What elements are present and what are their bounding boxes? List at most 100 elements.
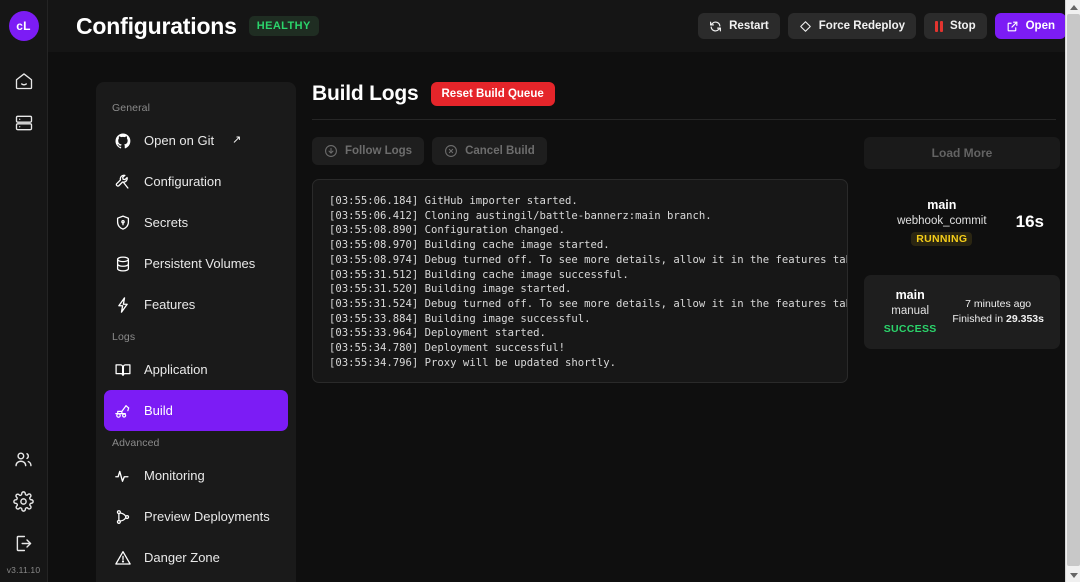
build-log-output[interactable]: [03:55:06.184] GitHub importer started. … xyxy=(312,179,848,383)
logs-column: Follow Logs Cancel Build xyxy=(312,137,848,383)
content-header: Build Logs Reset Build Queue xyxy=(312,82,1080,106)
shield-lock-icon xyxy=(114,214,132,232)
sidebar-item-label: Application xyxy=(144,362,208,377)
sidebar-item-open-on-git[interactable]: Open on Git ↗ xyxy=(104,120,288,161)
scroll-up-icon[interactable] xyxy=(1066,0,1080,14)
log-line: [03:55:33.884] Building image successful… xyxy=(329,312,831,327)
sidebar-item-label: Persistent Volumes xyxy=(144,256,255,271)
restart-icon xyxy=(709,20,722,33)
build-logs-title: Build Logs xyxy=(312,82,419,106)
sidebar-item-secrets[interactable]: Secrets xyxy=(104,202,288,243)
sidebar-item-configuration[interactable]: Configuration xyxy=(104,161,288,202)
open-label: Open xyxy=(1026,20,1055,32)
sidebar-item-label: Secrets xyxy=(144,215,188,230)
app-root: cL xyxy=(0,0,1080,582)
home-icon[interactable] xyxy=(4,61,44,101)
log-line: [03:55:06.412] Cloning austingil/battle-… xyxy=(329,209,831,224)
force-redeploy-label: Force Redeploy xyxy=(819,20,905,32)
nav-group-logs: Logs xyxy=(96,325,296,349)
restart-button[interactable]: Restart xyxy=(698,13,780,39)
deployment-timing: 16s xyxy=(1010,212,1050,232)
warning-triangle-icon xyxy=(114,549,132,567)
close-circle-icon xyxy=(444,144,458,158)
sidebar-item-features[interactable]: Features xyxy=(104,284,288,325)
deployment-branch: main xyxy=(874,197,1010,213)
page-title: Configurations xyxy=(76,13,237,40)
stop-button[interactable]: Stop xyxy=(924,13,987,39)
finished-duration: 29.353s xyxy=(1006,313,1044,325)
sidebar-item-danger-zone[interactable]: Danger Zone xyxy=(104,537,288,578)
deployment-source: manual xyxy=(874,303,946,319)
main-area: Configurations HEALTHY Restart xyxy=(48,0,1080,582)
sidebar-item-label: Configuration xyxy=(144,174,221,189)
team-icon[interactable] xyxy=(4,439,44,479)
wrench-icon xyxy=(114,173,132,191)
nav-group-general: General xyxy=(96,96,296,120)
deployment-row[interactable]: main manual SUCCESS 7 minutes ago Finish… xyxy=(864,275,1060,349)
follow-logs-label: Follow Logs xyxy=(345,145,412,157)
deployments-column: Load More main webhook_commit RUNNING 16… xyxy=(864,137,1060,383)
server-icon[interactable] xyxy=(4,103,44,143)
sidebar-item-label: Open on Git xyxy=(144,133,214,148)
avatar[interactable]: cL xyxy=(9,11,39,41)
log-line: [03:55:08.970] Building cache image star… xyxy=(329,238,831,253)
deployment-status-badge: SUCCESS xyxy=(879,322,942,336)
scroll-down-icon[interactable] xyxy=(1066,568,1080,582)
deployment-elapsed: 16s xyxy=(1016,212,1044,232)
stop-icon xyxy=(935,21,943,32)
reset-build-queue-button[interactable]: Reset Build Queue xyxy=(431,82,555,106)
deployment-branch: main xyxy=(874,287,946,303)
top-bar: Configurations HEALTHY Restart xyxy=(48,0,1080,52)
book-icon xyxy=(114,361,132,379)
bolt-icon xyxy=(114,296,132,314)
sidebar-item-preview-deployments[interactable]: Preview Deployments xyxy=(104,496,288,537)
deployment-info: main webhook_commit RUNNING xyxy=(874,197,1010,247)
stop-label: Stop xyxy=(950,20,976,32)
deployment-ago: 7 minutes ago xyxy=(952,297,1044,312)
sidebar-item-application[interactable]: Application xyxy=(104,349,288,390)
log-line: [03:55:33.964] Deployment started. xyxy=(329,326,831,341)
app-version: v3.11.10 xyxy=(7,565,41,575)
scrollbar-thumb[interactable] xyxy=(1067,14,1080,566)
github-icon xyxy=(114,132,132,150)
force-redeploy-button[interactable]: Force Redeploy xyxy=(788,13,916,39)
sidebar-item-label: Features xyxy=(144,297,195,312)
database-icon xyxy=(114,255,132,273)
log-line: [03:55:31.520] Building image started. xyxy=(329,282,831,297)
download-circle-icon xyxy=(324,144,338,158)
body: General Open on Git ↗ xyxy=(48,52,1080,582)
external-arrow-icon: ↗ xyxy=(232,135,241,146)
sidebar-item-label: Danger Zone xyxy=(144,550,220,565)
log-actions: Follow Logs Cancel Build xyxy=(312,137,848,165)
deployment-status-badge: RUNNING xyxy=(911,232,972,246)
load-more-button[interactable]: Load More xyxy=(864,137,1060,169)
redeploy-icon xyxy=(799,20,812,33)
content-row: Follow Logs Cancel Build xyxy=(312,120,1080,383)
sidebar-item-persistent-volumes[interactable]: Persistent Volumes xyxy=(104,243,288,284)
log-line: [03:55:31.512] Building cache image succ… xyxy=(329,268,831,283)
sidebar-item-build[interactable]: Build xyxy=(104,390,288,431)
external-link-icon xyxy=(1006,20,1019,33)
deployment-info: main manual SUCCESS xyxy=(874,287,946,337)
sidebar-item-label: Build xyxy=(144,403,173,418)
cancel-build-label: Cancel Build xyxy=(465,145,535,157)
open-button[interactable]: Open xyxy=(995,13,1066,39)
follow-logs-button[interactable]: Follow Logs xyxy=(312,137,424,165)
top-bar-actions: Restart Force Redeploy Stop xyxy=(698,13,1066,39)
deployment-row[interactable]: main webhook_commit RUNNING 16s xyxy=(864,185,1060,259)
log-line: [03:55:08.890] Configuration changed. xyxy=(329,223,831,238)
status-badge: HEALTHY xyxy=(249,16,319,36)
log-line: [03:55:34.796] Proxy will be updated sho… xyxy=(329,356,831,371)
sidebar-item-label: Monitoring xyxy=(144,468,205,483)
logout-icon[interactable] xyxy=(4,523,44,563)
nav-group-advanced: Advanced xyxy=(96,431,296,455)
sidebar-item-monitoring[interactable]: Monitoring xyxy=(104,455,288,496)
cancel-build-button[interactable]: Cancel Build xyxy=(432,137,547,165)
page-scrollbar[interactable] xyxy=(1065,0,1080,582)
log-line: [03:55:06.184] GitHub importer started. xyxy=(329,194,831,209)
log-line: [03:55:31.524] Debug turned off. To see … xyxy=(329,297,831,312)
gear-icon[interactable] xyxy=(4,481,44,521)
sidebar-item-label: Preview Deployments xyxy=(144,509,270,524)
deployment-finished: Finished in 29.353s xyxy=(952,312,1044,327)
deployment-source: webhook_commit xyxy=(874,213,1010,229)
